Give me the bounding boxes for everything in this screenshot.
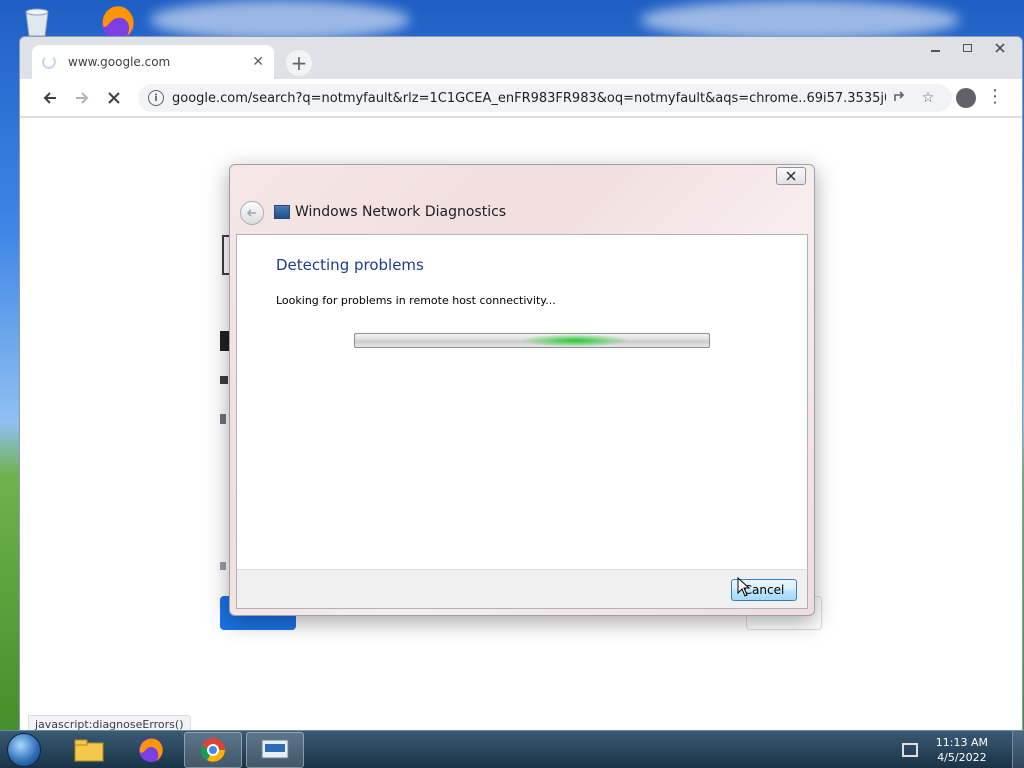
mouse-cursor-icon — [737, 576, 751, 597]
back-icon[interactable] — [38, 86, 62, 110]
page-text-fragment — [220, 562, 226, 570]
star-icon[interactable]: ☆ — [914, 90, 942, 106]
browser-tab[interactable]: www.google.com ✕ — [32, 45, 274, 79]
network-diagnostics-dialog: Windows Network Diagnostics Detecting pr… — [229, 164, 815, 616]
minimize-icon[interactable] — [922, 39, 950, 57]
restore-icon[interactable] — [954, 39, 982, 57]
tab-close-icon[interactable]: ✕ — [252, 54, 264, 70]
start-orb-icon[interactable] — [7, 733, 41, 767]
stop-icon[interactable] — [102, 86, 126, 110]
dialog-body: Detecting problems Looking for problems … — [236, 234, 808, 569]
sky-cloud — [640, 0, 960, 40]
dialog-message: Looking for problems in remote host conn… — [276, 294, 556, 307]
network-diagnostics-taskbar-icon[interactable] — [246, 732, 304, 768]
browser-toolbar: i google.com/search?q=notmyfault&rlz=1C1… — [20, 79, 1022, 117]
new-tab-button[interactable]: + — [286, 50, 312, 76]
clock-date: 4/5/2022 — [937, 751, 987, 764]
dialog-footer: Cancel — [236, 569, 808, 609]
dialog-title: Windows Network Diagnostics — [295, 204, 507, 220]
page-text-fragment — [220, 414, 226, 424]
page-text-fragment — [220, 376, 228, 384]
loading-spinner-icon — [42, 55, 56, 69]
progress-marquee — [520, 334, 630, 347]
window-controls — [922, 39, 1014, 57]
system-tray: 11:13 AM 4/5/2022 — [901, 731, 1024, 768]
close-icon[interactable] — [986, 39, 1014, 57]
tab-title: www.google.com — [68, 55, 171, 69]
info-icon[interactable]: i — [148, 90, 164, 106]
dialog-close-button[interactable] — [776, 167, 806, 185]
forward-icon[interactable] — [70, 86, 94, 110]
file-explorer-icon[interactable] — [60, 732, 118, 768]
network-diagnostics-icon — [274, 205, 290, 219]
network-tray-icon[interactable] — [901, 743, 918, 757]
clock[interactable]: 11:13 AM 4/5/2022 — [936, 735, 988, 765]
back-arrow-icon[interactable] — [240, 201, 264, 225]
url-text[interactable]: google.com/search?q=notmyfault&rlz=1C1GC… — [172, 91, 886, 106]
address-bar[interactable]: i google.com/search?q=notmyfault&rlz=1C1… — [138, 84, 952, 112]
menu-icon[interactable]: ⋮ — [986, 87, 1004, 107]
browser-titlebar: www.google.com ✕ + — [20, 37, 1022, 79]
sky-cloud — [150, 0, 410, 40]
clock-time: 11:13 AM — [935, 736, 988, 749]
firefox-icon[interactable] — [95, 4, 141, 40]
profile-icon[interactable] — [956, 88, 976, 108]
recycle-bin-icon[interactable] — [20, 6, 54, 37]
share-icon[interactable] — [886, 89, 914, 107]
dialog-heading: Detecting problems — [276, 256, 424, 274]
firefox-taskbar-icon[interactable] — [122, 732, 180, 768]
show-desktop-button[interactable] — [1012, 731, 1024, 768]
progress-bar — [354, 333, 710, 348]
chrome-icon[interactable] — [184, 732, 242, 768]
taskbar: 11:13 AM 4/5/2022 — [0, 730, 1024, 768]
